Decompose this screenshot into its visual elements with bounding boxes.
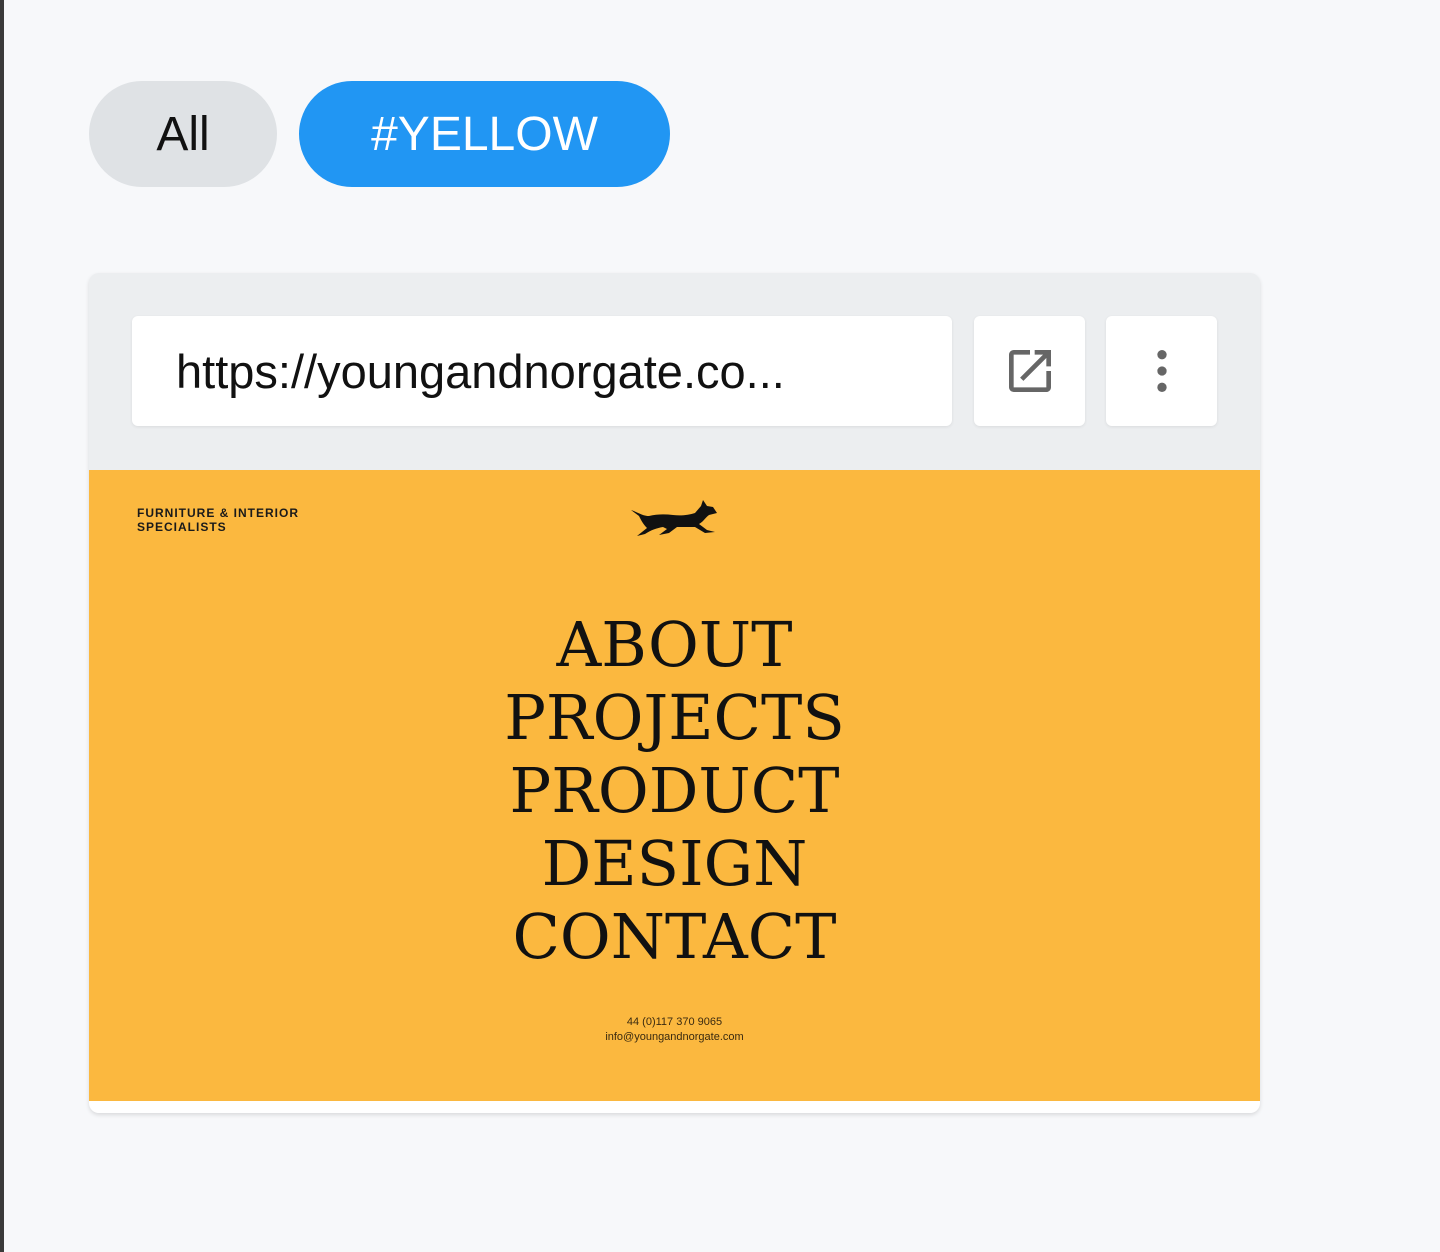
website-preview-thumbnail[interactable]: FURNITURE & INTERIOR SPECIALISTS ABOUT P…	[89, 470, 1260, 1101]
preview-phone: 44 (0)117 370 9065	[626, 1016, 723, 1028]
preview-menu-product[interactable]: PRODUCT	[89, 754, 1260, 827]
window-edge	[0, 0, 4, 1252]
card-footer-strip	[89, 1101, 1260, 1113]
filter-chip-all[interactable]: All	[89, 81, 277, 187]
preview-contact-info: 44 (0)117 370 9065 info@youngandnorgate.…	[89, 1015, 1260, 1045]
preview-menu: ABOUT PROJECTS PRODUCT DESIGN CONTACT	[89, 608, 1260, 973]
preview-menu-projects[interactable]: PROJECTS	[89, 681, 1260, 754]
preview-email: info@youngandnorgate.com	[605, 1031, 744, 1043]
url-field[interactable]: https://youngandnorgate.co...	[132, 316, 952, 426]
fox-logo-icon	[631, 500, 717, 536]
bookmark-card: https://youngandnorgate.co... FURNITURE …	[89, 273, 1260, 1113]
preview-menu-design[interactable]: DESIGN	[89, 827, 1260, 900]
preview-menu-contact[interactable]: CONTACT	[89, 900, 1260, 973]
page: All #YELLOW https://youngandnorgate.co..…	[0, 0, 1440, 1252]
preview-tagline: FURNITURE & INTERIOR SPECIALISTS	[137, 506, 299, 534]
preview-menu-about[interactable]: ABOUT	[89, 608, 1260, 681]
filter-chip-yellow[interactable]: #YELLOW	[299, 81, 670, 187]
open-in-new-icon	[1008, 350, 1051, 392]
open-link-button[interactable]	[974, 316, 1085, 426]
more-options-button[interactable]	[1106, 316, 1217, 426]
more-vertical-icon	[1156, 350, 1167, 392]
